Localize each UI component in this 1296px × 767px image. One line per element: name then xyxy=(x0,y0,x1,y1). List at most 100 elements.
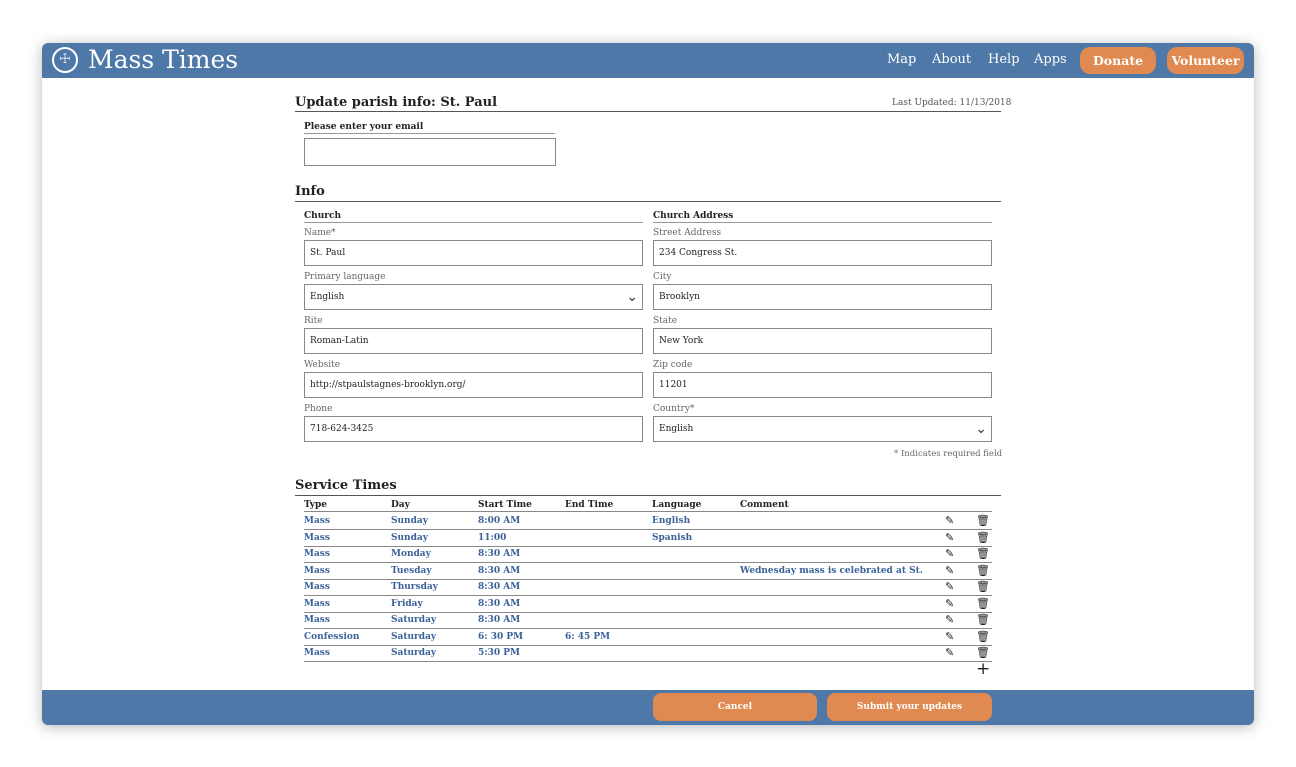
pencil-icon[interactable]: ✎ xyxy=(945,515,954,527)
trash-icon[interactable]: 🗑 xyxy=(976,548,990,560)
cell-start-time[interactable]: 8:00 AM xyxy=(478,516,520,526)
info-heading: Info xyxy=(295,184,325,199)
website-label: Website xyxy=(304,360,341,370)
col-comment: Comment xyxy=(740,500,789,510)
pencil-icon[interactable]: ✎ xyxy=(945,614,954,626)
cell-start-time[interactable]: 8:30 AM xyxy=(478,566,520,576)
trash-icon[interactable]: 🗑 xyxy=(976,614,990,626)
cell-day[interactable]: Sunday xyxy=(391,533,428,543)
cell-day[interactable]: Tuesday xyxy=(391,566,432,576)
city-label: City xyxy=(653,272,672,282)
top-nav-bar: ☩ Mass Times Map About Help Apps Donate … xyxy=(42,43,1254,78)
cancel-button[interactable]: Cancel xyxy=(653,693,817,721)
cell-type[interactable]: Mass xyxy=(304,533,330,543)
cell-language[interactable]: Spanish xyxy=(652,533,692,543)
cell-start-time[interactable]: 6: 30 PM xyxy=(478,632,523,642)
phone-input[interactable]: 718-624-3425 xyxy=(304,416,643,442)
cell-day[interactable]: Saturday xyxy=(391,632,436,642)
address-heading: Church Address xyxy=(653,211,734,221)
country-select[interactable]: English ⌄ xyxy=(653,416,992,442)
pencil-icon[interactable]: ✎ xyxy=(945,597,954,610)
city-input[interactable]: Brooklyn xyxy=(653,284,992,310)
col-end-time: End Time xyxy=(565,500,614,510)
nav-help-link[interactable]: Help xyxy=(988,52,1020,67)
pencil-icon[interactable]: ✎ xyxy=(945,581,954,593)
cell-day[interactable]: Sunday xyxy=(391,516,428,526)
trash-icon[interactable]: 🗑 xyxy=(976,630,990,643)
rite-input[interactable]: Roman-Latin xyxy=(304,328,643,354)
cell-end-time[interactable]: 6: 45 PM xyxy=(565,632,610,642)
nav-about-link[interactable]: About xyxy=(932,52,971,67)
cell-day[interactable]: Friday xyxy=(391,599,423,609)
cell-start-time[interactable]: 5:30 PM xyxy=(478,648,520,658)
brand-title[interactable]: Mass Times xyxy=(88,45,238,74)
donate-button[interactable]: Donate xyxy=(1080,47,1156,74)
church-divider xyxy=(304,222,643,223)
cell-type[interactable]: Mass xyxy=(304,549,330,559)
state-label: State xyxy=(653,316,678,326)
cell-start-time[interactable]: 8:30 AM xyxy=(478,582,520,592)
pencil-icon[interactable]: ✎ xyxy=(945,647,954,659)
pencil-icon[interactable]: ✎ xyxy=(945,548,954,560)
mass-times-logo-icon[interactable]: ☩ xyxy=(52,47,78,73)
cell-start-time[interactable]: 11:00 xyxy=(478,533,506,543)
trash-icon[interactable]: 🗑 xyxy=(976,597,990,610)
row-divider xyxy=(304,562,992,563)
email-label: Please enter your email xyxy=(304,122,424,132)
chevron-down-icon: ⌄ xyxy=(975,421,987,437)
state-input[interactable]: New York xyxy=(653,328,992,354)
name-input[interactable]: St. Paul xyxy=(304,240,643,266)
cell-start-time[interactable]: 8:30 AM xyxy=(478,599,520,609)
row-divider xyxy=(304,611,992,613)
trash-icon[interactable]: 🗑 xyxy=(976,564,990,577)
volunteer-button[interactable]: Volunteer xyxy=(1167,47,1244,74)
title-divider xyxy=(295,111,1001,112)
cell-type[interactable]: Mass xyxy=(304,615,330,625)
rite-label: Rite xyxy=(304,316,323,326)
language-select-value: English xyxy=(310,292,345,302)
website-input[interactable]: http://stpaulstagnes-brooklyn.org/ xyxy=(304,372,643,398)
cell-start-time[interactable]: 8:30 AM xyxy=(478,549,520,559)
cell-type[interactable]: Mass xyxy=(304,582,330,592)
row-divider xyxy=(304,578,992,580)
trash-icon[interactable]: 🗑 xyxy=(976,647,990,659)
nav-map-link[interactable]: Map xyxy=(887,52,916,67)
trash-icon[interactable]: 🗑 xyxy=(976,581,990,593)
phone-label: Phone xyxy=(304,404,333,414)
cell-comment[interactable]: Wednesday mass is celebrated at St. xyxy=(740,566,923,576)
row-divider xyxy=(304,628,992,629)
trash-icon[interactable]: 🗑 xyxy=(976,531,990,544)
street-label: Street Address xyxy=(653,228,722,238)
col-language: Language xyxy=(652,500,702,510)
trash-icon[interactable]: 🗑 xyxy=(976,515,990,527)
cell-day[interactable]: Saturday xyxy=(391,648,436,658)
cell-type[interactable]: Mass xyxy=(304,599,330,609)
row-divider xyxy=(304,661,992,662)
email-input[interactable] xyxy=(304,138,556,166)
chevron-down-icon: ⌄ xyxy=(626,289,638,305)
cell-type[interactable]: Mass xyxy=(304,566,330,576)
cell-language[interactable]: English xyxy=(652,516,690,526)
cell-type[interactable]: Confession xyxy=(304,632,359,642)
plus-icon[interactable]: + xyxy=(976,661,990,678)
zip-input[interactable]: 11201 xyxy=(653,372,992,398)
cell-type[interactable]: Mass xyxy=(304,516,330,526)
cell-type[interactable]: Mass xyxy=(304,648,330,658)
col-type: Type xyxy=(304,500,327,510)
service-times-heading: Service Times xyxy=(295,478,397,493)
language-select[interactable]: English ⌄ xyxy=(304,284,643,310)
cell-day[interactable]: Thursday xyxy=(391,582,438,592)
submit-updates-button[interactable]: Submit your updates xyxy=(827,693,992,721)
cell-day[interactable]: Monday xyxy=(391,549,431,559)
pencil-icon[interactable]: ✎ xyxy=(945,564,954,577)
pencil-icon[interactable]: ✎ xyxy=(945,630,954,643)
row-divider xyxy=(304,644,992,646)
pencil-icon[interactable]: ✎ xyxy=(945,531,954,544)
address-divider xyxy=(653,222,992,223)
page-title: Update parish info: St. Paul xyxy=(295,95,498,110)
street-input[interactable]: 234 Congress St. xyxy=(653,240,992,266)
cell-day[interactable]: Saturday xyxy=(391,615,436,625)
service-times-divider xyxy=(295,495,1001,496)
nav-apps-link[interactable]: Apps xyxy=(1034,52,1067,67)
cell-start-time[interactable]: 8:30 AM xyxy=(478,615,520,625)
